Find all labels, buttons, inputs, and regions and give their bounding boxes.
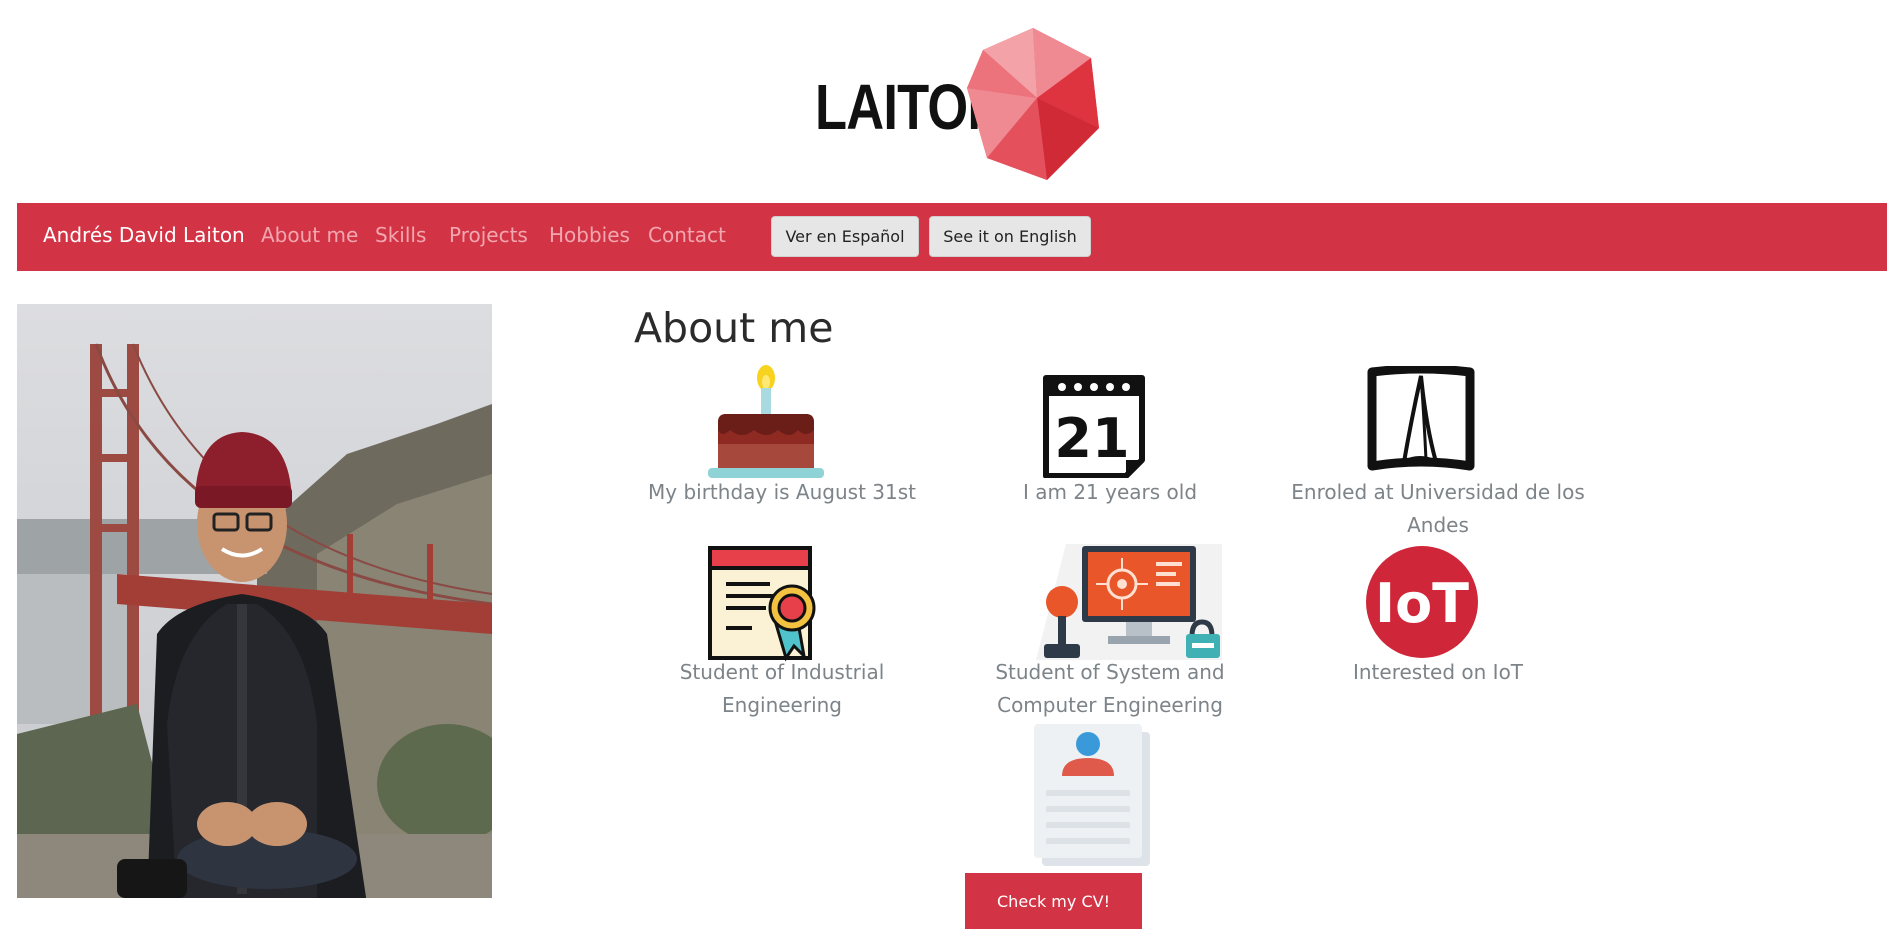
english-button[interactable]: See it on English <box>929 216 1091 257</box>
birthday-cake-icon <box>708 365 824 478</box>
nav-link-about[interactable]: About me <box>261 223 358 247</box>
about-title: About me <box>634 304 834 352</box>
fact-caption: Student of Industrial Engineering <box>679 660 885 717</box>
calendar-day-text: 21 <box>1054 407 1129 470</box>
fact-iot: IoT Interested on IoT <box>1278 544 1598 694</box>
fact-birthday: My birthday is August 31st <box>622 364 942 514</box>
navbar: Andrés David Laiton About me Skills Proj… <box>17 203 1887 271</box>
nav-link-projects[interactable]: Projects <box>449 223 528 247</box>
profile-photo <box>17 304 492 898</box>
logo-gem-icon <box>967 28 1099 180</box>
fact-caption: Student of System and Computer Engineeri… <box>995 660 1225 717</box>
nav-link-contact[interactable]: Contact <box>648 223 726 247</box>
fact-industrial-engineering: Student of Industrial Engineering <box>622 544 942 724</box>
computer-system-icon <box>1036 544 1222 660</box>
cv-document-icon <box>1034 724 1150 866</box>
site-logo: LAITON <box>815 28 1105 183</box>
fact-caption: Enroled at Universidad de los Andes <box>1291 480 1585 537</box>
iot-icon: IoT <box>1366 546 1478 658</box>
fact-caption: I am 21 years old <box>1022 480 1198 504</box>
navbar-brand[interactable]: Andrés David Laiton <box>43 223 245 247</box>
university-logo-icon <box>1367 366 1475 471</box>
fact-university: Enroled at Universidad de los Andes <box>1278 364 1598 544</box>
iot-icon-text: IoT <box>1375 572 1469 635</box>
check-cv-button[interactable]: Check my CV! <box>965 873 1142 929</box>
fact-caption: Interested on IoT <box>1352 660 1524 684</box>
spanish-button[interactable]: Ver en Español <box>771 216 919 257</box>
nav-link-hobbies[interactable]: Hobbies <box>549 223 630 247</box>
fact-system-engineering: Student of System and Computer Engineeri… <box>950 544 1270 724</box>
profile-photo-illustration <box>17 304 492 898</box>
nav-link-skills[interactable]: Skills <box>375 223 426 247</box>
certificate-icon <box>708 546 816 662</box>
calendar-icon: 21 <box>1043 375 1145 478</box>
fact-caption: My birthday is August 31st <box>648 480 916 504</box>
fact-age: 21 I am 21 years old <box>950 364 1270 514</box>
